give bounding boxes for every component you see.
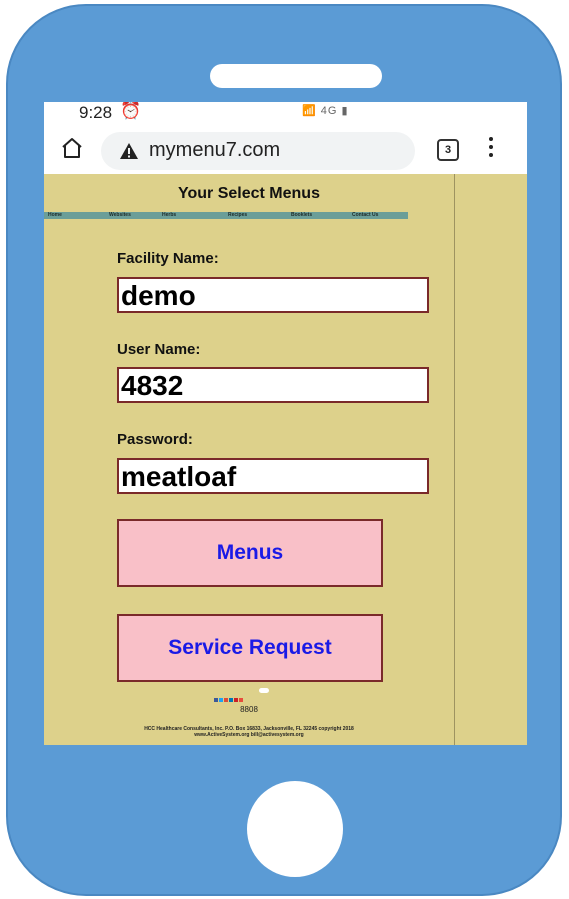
battery-icon: ▮ — [341, 105, 349, 117]
home-icon[interactable] — [60, 136, 84, 160]
nav-item-herbs[interactable]: Herbs — [162, 212, 176, 219]
service-request-button[interactable]: Service Request — [117, 614, 383, 682]
facebook-icon[interactable] — [214, 698, 218, 702]
password-label: Password: — [117, 431, 193, 448]
alarm-icon: ⏰ — [120, 102, 142, 120]
nav-item-websites[interactable]: Websites — [109, 212, 131, 219]
password-input[interactable]: meatloaf — [117, 458, 429, 494]
user-name-label: User Name: — [117, 341, 201, 358]
nav-item-home[interactable]: Home — [48, 212, 62, 219]
facility-name-label: Facility Name: — [117, 250, 219, 267]
google-plus-icon[interactable] — [224, 698, 228, 702]
menus-button[interactable]: Menus — [117, 519, 383, 587]
nav-bar: Home Websites Herbs Recipes Booklets Con… — [44, 212, 408, 219]
url-text: mymenu7.com — [149, 139, 281, 161]
phone-speaker — [210, 64, 382, 88]
tab-switcher-button[interactable]: 3 — [437, 139, 459, 161]
page-title: Your Select Menus — [178, 185, 320, 202]
warning-icon — [120, 143, 138, 159]
nav-item-recipes[interactable]: Recipes — [228, 212, 247, 219]
facility-name-input[interactable]: demo — [117, 277, 429, 313]
more-vert-icon[interactable] — [488, 137, 494, 163]
wifi-icon: 📶 — [302, 105, 317, 117]
phone-screen: 9:28 ⏰ 📶 4G ▮ mymenu7.com 3 Your Select … — [44, 102, 527, 745]
email-icon[interactable] — [239, 698, 243, 702]
visit-counter: 8808 — [240, 705, 258, 714]
browser-address-bar: mymenu7.com 3 — [44, 128, 527, 174]
page-divider — [454, 174, 455, 745]
network-label: 4G — [320, 105, 338, 117]
share-count-badge — [259, 688, 269, 693]
phone-home-button[interactable] — [247, 781, 343, 877]
linkedin-icon[interactable] — [229, 698, 233, 702]
status-bar: 9:28 ⏰ 📶 4G ▮ — [44, 102, 527, 128]
twitter-icon[interactable] — [219, 698, 223, 702]
footer-links[interactable]: www.ActiveSystem.org bill@activesystem.o… — [44, 732, 454, 738]
user-name-input[interactable]: 4832 — [117, 367, 429, 403]
nav-item-booklets[interactable]: Booklets — [291, 212, 312, 219]
status-time: 9:28 — [79, 103, 113, 122]
social-share-icons[interactable] — [214, 689, 244, 702]
page-footer: HCC Healthcare Consultants, Inc. P.O. Bo… — [44, 726, 454, 738]
pinterest-icon[interactable] — [234, 698, 238, 702]
nav-item-contact-us[interactable]: Contact Us — [352, 212, 378, 219]
web-page: Your Select Menus Home Websites Herbs Re… — [44, 174, 527, 745]
signal-icons: 📶 4G ▮ — [302, 104, 349, 117]
url-field[interactable]: mymenu7.com — [101, 132, 415, 170]
